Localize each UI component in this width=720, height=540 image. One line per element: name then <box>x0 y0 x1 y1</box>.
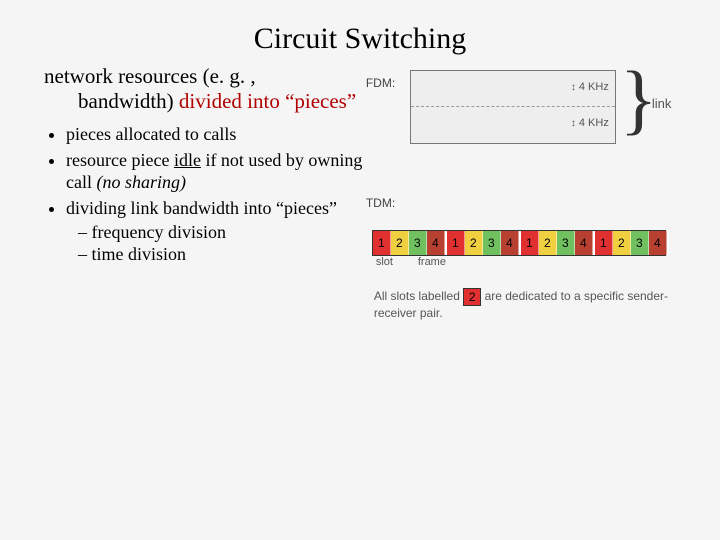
tdm-frame-1: 1 2 3 4 <box>373 231 447 255</box>
tdm-slot: 1 <box>447 231 465 255</box>
tdm-frame-2: 1 2 3 4 <box>447 231 521 255</box>
b2-idle: idle <box>174 150 201 170</box>
intro-line2a: bandwidth) <box>78 89 179 113</box>
tdm-slot: 4 <box>575 231 593 255</box>
sub-freq: frequency division <box>78 222 364 244</box>
tdm-slot: 2 <box>539 231 557 255</box>
tdm-frame-3: 1 2 3 4 <box>521 231 595 255</box>
tdm-slot: 1 <box>373 231 391 255</box>
right-column: FDM: ↕ 4 KHz ↕ 4 KHz } link TDM: 1 2 3 4 <box>364 64 680 270</box>
bullet-list: pieces allocated to calls resource piece… <box>44 124 364 266</box>
khz-1: ↕ 4 KHz <box>571 81 609 93</box>
tdm-frame-4: 1 2 3 4 <box>595 231 669 255</box>
bullet-1: pieces allocated to calls <box>66 124 364 146</box>
tdm-slot: 2 <box>465 231 483 255</box>
page-title: Circuit Switching <box>0 0 720 64</box>
fdm-label: FDM: <box>366 76 395 90</box>
fdm-channel-2: ↕ 4 KHz <box>411 107 615 143</box>
sub-time: time division <box>78 244 364 266</box>
b3: dividing link bandwidth into “pieces” <box>66 198 337 218</box>
fdm-diagram: ↕ 4 KHz ↕ 4 KHz <box>410 70 616 144</box>
intro-line2b: divided into “pieces” <box>179 89 356 113</box>
b2a: resource piece <box>66 150 174 170</box>
tdm-slot: 3 <box>409 231 427 255</box>
tdm-slot: 4 <box>427 231 445 255</box>
link-label: link <box>652 96 672 111</box>
tdm-slot: 3 <box>483 231 501 255</box>
fdm-channel-1: ↕ 4 KHz <box>411 71 615 107</box>
tdm-slot: 4 <box>501 231 519 255</box>
tdm-slot: 2 <box>391 231 409 255</box>
slot-label: slot <box>376 256 393 268</box>
tdm-label: TDM: <box>366 196 395 210</box>
tdm-diagram: 1 2 3 4 1 2 3 4 1 2 3 4 1 <box>372 230 666 256</box>
left-column: network resources (e. g. , bandwidth) di… <box>44 64 364 270</box>
frame-label: frame <box>418 256 446 268</box>
tdm-slot: 3 <box>631 231 649 255</box>
tdm-slot: 1 <box>521 231 539 255</box>
khz-2: ↕ 4 KHz <box>571 117 609 129</box>
caption-slot-box: 2 <box>463 288 481 306</box>
tdm-slot: 1 <box>595 231 613 255</box>
tdm-slot: 2 <box>613 231 631 255</box>
caption-a: All slots labelled <box>374 289 463 303</box>
tdm-caption: All slots labelled 2 are dedicated to a … <box>374 288 670 321</box>
bullet-3: dividing link bandwidth into “pieces” fr… <box>66 198 364 266</box>
tdm-slot: 4 <box>649 231 667 255</box>
tdm-slot: 3 <box>557 231 575 255</box>
intro-text: network resources (e. g. , bandwidth) di… <box>44 64 364 114</box>
bullet-2: resource piece idle if not used by ownin… <box>66 150 364 194</box>
intro-line1: network resources (e. g. , <box>44 64 256 88</box>
b2-no-sharing: (no sharing) <box>96 172 186 192</box>
